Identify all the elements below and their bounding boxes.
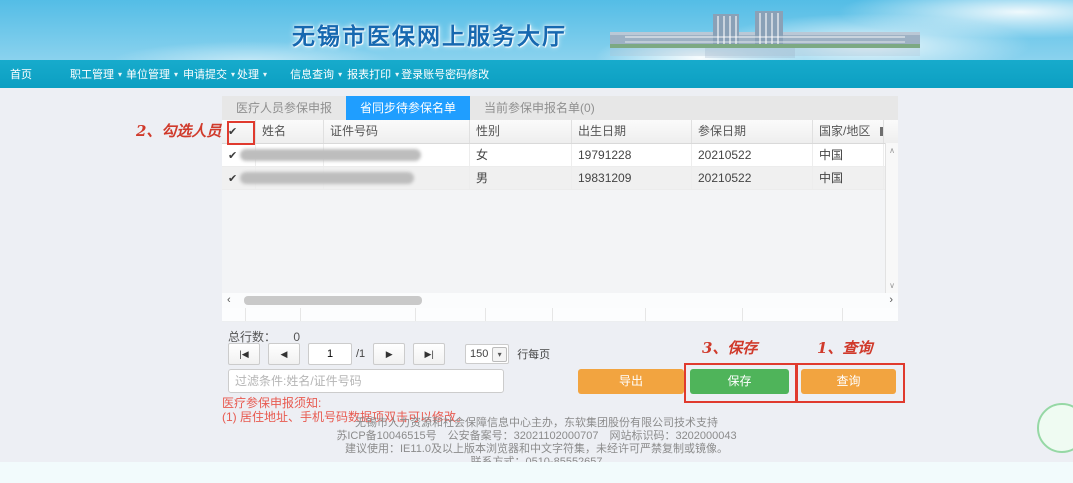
- site-title: 无锡市医保网上服务大厅: [292, 17, 567, 51]
- page-total-label: /1: [356, 348, 365, 360]
- nav-item-apply-submit[interactable]: 申请提交 ▾: [183, 66, 235, 82]
- next-page-button[interactable]: ▶: [373, 343, 405, 365]
- per-page-label: 行每页: [517, 346, 550, 362]
- total-rows-label: 总行数：: [228, 330, 276, 344]
- page: 无锡市医保网上服务大厅 首页 职工管理 ▾: [0, 0, 1073, 483]
- footer-line-host: 无锡市人力资源和社会保障信息中心主办，东软集团股份有限公司技术支持: [0, 417, 1073, 429]
- nav-item-home[interactable]: 首页: [10, 66, 32, 82]
- cell-enroll-date: 20210522: [692, 144, 813, 166]
- cell-country: 中国: [813, 144, 884, 166]
- select-arrow-icon: ▾: [492, 347, 507, 362]
- redaction-bar: [240, 149, 421, 161]
- tab-bar: 医疗人员参保申报 省同步待参保名单 当前参保申报名单(0): [222, 96, 898, 120]
- banner: 无锡市医保网上服务大厅: [0, 0, 1073, 60]
- chevron-down-icon: ▾: [338, 70, 342, 79]
- filter-input[interactable]: [228, 369, 504, 393]
- table-row[interactable]: ✔ 女 19791228 20210522 中国: [222, 144, 898, 167]
- scroll-left-icon[interactable]: ‹: [227, 293, 231, 308]
- select-all-checkbox[interactable]: ✔: [228, 126, 237, 138]
- tab-province-sync-pending[interactable]: 省同步待参保名单: [346, 96, 470, 120]
- data-table: ✔ 姓名 证件号码 性别 出生日期 参保日期 国家/地区 ✔ 女 1979122…: [222, 120, 898, 294]
- nav-item-process[interactable]: 处理 ▾: [237, 66, 267, 82]
- annotation-step2: 2、勾选人员: [136, 120, 221, 141]
- nav-item-unit-mgmt[interactable]: 单位管理 ▾: [126, 66, 178, 82]
- scroll-up-icon[interactable]: ∧: [889, 146, 895, 155]
- table-header-row: ✔ 姓名 证件号码 性别 出生日期 参保日期 国家/地区: [222, 120, 898, 144]
- annotation-step3: 3、保存: [702, 337, 757, 358]
- last-page-button[interactable]: ▶|: [413, 343, 445, 365]
- scroll-right-icon[interactable]: ›: [889, 293, 893, 308]
- page-size-select[interactable]: 150 ▾: [465, 344, 509, 364]
- header-country: 国家/地区: [813, 120, 884, 143]
- buildings-image: [595, 10, 940, 60]
- nav-bar: 首页 职工管理 ▾ 单位管理 ▾ 申请提交 ▾ 处理 ▾ 信息查询 ▾ 报表打印…: [0, 60, 1073, 88]
- header-clipped-column: [884, 120, 898, 143]
- header-checkbox-cell: ✔: [222, 120, 256, 143]
- cell-birth-date: 19831209: [572, 167, 692, 189]
- nav-item-employee-mgmt[interactable]: 职工管理 ▾: [70, 66, 122, 82]
- clipped-column-text: [880, 127, 883, 136]
- scroll-down-icon[interactable]: ∨: [889, 281, 895, 290]
- total-rows-value: 0: [293, 330, 300, 344]
- redaction-bar: [240, 172, 414, 184]
- grid-footer-strip: [222, 308, 898, 322]
- header-name: 姓名: [256, 120, 324, 143]
- nav-item-account-password[interactable]: 登录账号密码修改: [401, 66, 489, 82]
- page-size-value: 150: [466, 348, 492, 360]
- scrollbar-thumb[interactable]: [244, 296, 422, 305]
- vertical-scrollbar[interactable]: ∧ ∨: [885, 143, 898, 293]
- footer-line-icp: 苏ICP备10046515号 公安备案号：32021102000707 网站标识…: [0, 430, 1073, 442]
- chevron-down-icon: ▾: [263, 70, 267, 79]
- table-row[interactable]: ✔ 男 19831209 20210522 中国: [222, 167, 898, 190]
- row-checkbox[interactable]: ✔: [228, 173, 237, 185]
- horizontal-scrollbar[interactable]: ‹ ›: [222, 293, 898, 309]
- bottom-strip: [0, 462, 1073, 483]
- notice-title: 医疗参保申报须知:: [222, 396, 468, 410]
- chevron-down-icon: ▾: [118, 70, 122, 79]
- nav-item-info-query[interactable]: 信息查询 ▾: [290, 66, 342, 82]
- row-checkbox[interactable]: ✔: [228, 150, 237, 162]
- export-button[interactable]: 导出: [578, 369, 684, 394]
- cell-gender: 女: [470, 144, 572, 166]
- page-number-input[interactable]: [308, 343, 352, 365]
- tab-current-declare-list[interactable]: 当前参保申报名单(0): [470, 96, 609, 120]
- chevron-down-icon: ▾: [395, 70, 399, 79]
- cell-birth-date: 19791228: [572, 144, 692, 166]
- annotation-step1: 1、查询: [817, 337, 872, 358]
- prev-page-button[interactable]: ◀: [268, 343, 300, 365]
- cell-gender: 男: [470, 167, 572, 189]
- query-button[interactable]: 查询: [801, 369, 896, 394]
- first-page-button[interactable]: |◀: [228, 343, 260, 365]
- header-gender: 性别: [470, 120, 572, 143]
- header-id-number: 证件号码: [324, 120, 470, 143]
- pagination-bar: |◀ ◀ /1 ▶ ▶| 150 ▾ 行每页: [228, 343, 550, 365]
- nav-item-report-print[interactable]: 报表打印 ▾: [347, 66, 399, 82]
- chevron-down-icon: ▾: [174, 70, 178, 79]
- footer-line-browser: 建议使用：IE11.0及以上版本浏览器和中文字符集，未经许可严禁复制或镜像。: [0, 443, 1073, 455]
- header-birth-date: 出生日期: [572, 120, 692, 143]
- chevron-down-icon: ▾: [231, 70, 235, 79]
- cell-country: 中国: [813, 167, 884, 189]
- tab-medical-staff-declare[interactable]: 医疗人员参保申报: [222, 96, 346, 120]
- header-enroll-date: 参保日期: [692, 120, 813, 143]
- save-button[interactable]: 保存: [690, 369, 789, 394]
- cell-enroll-date: 20210522: [692, 167, 813, 189]
